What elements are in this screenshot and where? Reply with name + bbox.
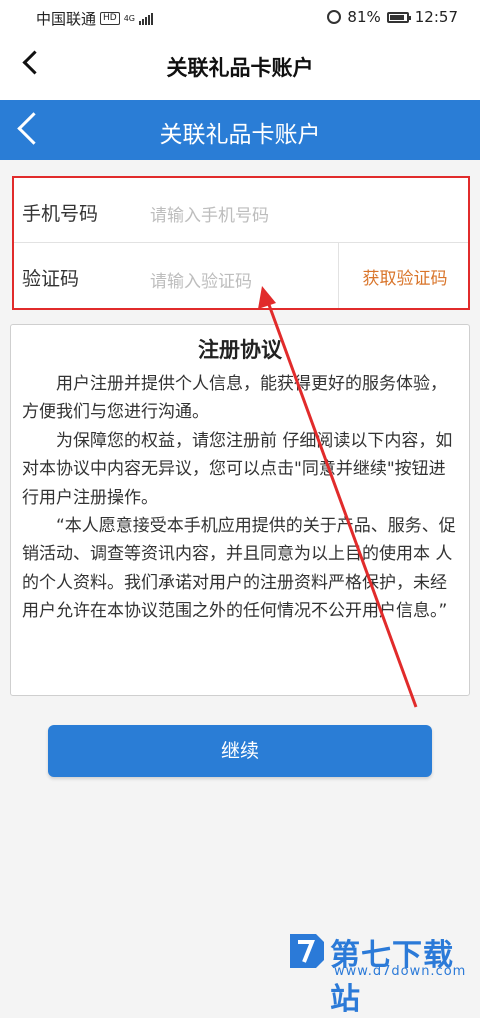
battery-percent: 81% <box>347 8 381 26</box>
network-type: 4G <box>123 13 136 23</box>
code-input[interactable]: 请输入验证码 <box>150 267 252 292</box>
status-time: 12:57 <box>414 8 458 26</box>
d7down-logo-icon <box>290 934 324 968</box>
status-right: 81% 12:57 <box>327 8 458 26</box>
agreement-text: 用户注册并提供个人信息，能获得更好的服务体验，方便我们与您进行沟通。 为保障您的… <box>22 370 462 626</box>
agreement-title: 注册协议 <box>198 338 282 362</box>
phone-input[interactable]: 请输入手机号码 <box>150 201 269 226</box>
phone-label: 手机号码 <box>22 203 99 225</box>
agreement-paragraph: 为保障您的权益，请您注册前 仔细阅读以下内容，如对本协议中内容无异议，您可以点击… <box>22 430 453 508</box>
app-header-title: 关联礼品卡账户 <box>166 56 314 80</box>
carrier-name: 中国联通 <box>36 10 97 28</box>
signal-icon <box>139 12 154 25</box>
form-vertical-divider <box>338 243 339 308</box>
agreement-paragraph: “本人愿意接受本手机应用提供的关于产品、服务、促销活动、调查等资讯内容，并且同意… <box>22 516 456 622</box>
alarm-icon <box>327 10 342 24</box>
page-title: 关联礼品卡账户 <box>159 122 321 148</box>
agreement-paragraph: 用户注册并提供个人信息，能获得更好的服务体验，方便我们与您进行沟通。 <box>22 374 447 423</box>
get-code-button[interactable]: 获取验证码 <box>340 264 470 289</box>
hd-badge: HD <box>100 12 120 25</box>
code-label: 验证码 <box>22 268 80 290</box>
battery-icon <box>386 11 411 23</box>
status-left: 中国联通 HD 4G <box>36 8 154 29</box>
watermark-url: www.d7down.com <box>334 964 467 979</box>
continue-button[interactable]: 继续 <box>48 725 432 777</box>
form-divider <box>14 242 468 243</box>
